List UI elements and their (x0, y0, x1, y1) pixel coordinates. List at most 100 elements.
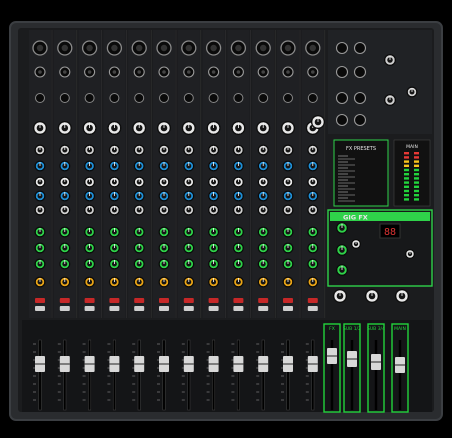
gain-knob (206, 121, 221, 135)
fx-level-knob (133, 242, 145, 254)
bus-label: SUB 1/2 (343, 326, 361, 332)
bus-fader-slot (350, 340, 354, 410)
main-meter-label: MAIN (406, 144, 418, 150)
mute-button (258, 298, 269, 303)
insert-jack (258, 93, 269, 103)
bus-label: MAIN (394, 326, 406, 332)
solo-button (258, 306, 269, 311)
low-eq-knob (158, 204, 170, 216)
fader-cap (183, 356, 194, 372)
mute-button (59, 298, 70, 303)
aux2-knob (282, 190, 294, 202)
meter-led (404, 160, 409, 163)
fx-send-knob (158, 226, 170, 238)
meter-led (404, 152, 409, 155)
fx-send-knob (108, 226, 120, 238)
aux2-knob (59, 190, 71, 202)
aux2-knob (84, 190, 96, 202)
fader-cap (283, 356, 293, 372)
aux1-knob (183, 160, 195, 172)
aux1-knob (208, 160, 220, 172)
aux1-knob (133, 160, 145, 172)
pan-knob (257, 276, 269, 288)
meter-led (404, 168, 409, 172)
channel-strip-6: 6 (153, 30, 177, 334)
output-jack (335, 41, 349, 55)
fx-level-knob (282, 242, 294, 254)
pan-knob (108, 276, 120, 288)
output-jack (335, 91, 349, 105)
solo-button (183, 306, 194, 311)
mute-button (283, 298, 293, 303)
mon-knob (282, 258, 294, 270)
hi-eq-knob (34, 144, 46, 156)
channel-strip-1: 1 (29, 30, 53, 334)
mixer-photo: 123456789/1011/1213/1415/16 FX PRESETS M… (9, 21, 443, 421)
meter-led (414, 173, 419, 176)
pan-knob (282, 276, 294, 288)
meter-led (404, 164, 409, 167)
fx-level-knob (183, 242, 195, 254)
aux2-knob (208, 190, 220, 202)
mid-eq-knob (158, 176, 170, 188)
solo-button (59, 306, 70, 311)
solo-button (109, 306, 120, 311)
fx-presets-title: FX PRESETS (346, 146, 376, 152)
channel-strip-3: 3 (78, 30, 102, 334)
fader-cap (84, 356, 95, 372)
meter-led (414, 177, 419, 180)
solo-button (233, 306, 244, 311)
channel-strip-11: 13/14 (277, 30, 301, 334)
fader-cap (59, 356, 70, 372)
mon-knob (183, 258, 195, 270)
bus-fader-slot (398, 340, 402, 410)
meter-led (414, 189, 419, 193)
hi-eq-knob (108, 144, 120, 156)
bus-fader-slot (374, 340, 378, 410)
bus-fader-cap (371, 354, 381, 370)
aux2-knob (133, 190, 145, 202)
aux1-knob (59, 160, 71, 172)
mid-eq-knob (59, 176, 71, 188)
mon-knob (34, 258, 46, 270)
low-eq-knob (232, 204, 244, 216)
gain-knob (181, 121, 196, 135)
mid-eq-knob (282, 176, 294, 188)
mid-eq-knob (108, 176, 120, 188)
fx-master-knob (395, 289, 409, 303)
hi-eq-knob (59, 144, 71, 156)
aux1-master-knob (333, 289, 347, 303)
gain-knob (256, 121, 271, 135)
channel-strip-4: 4 (103, 30, 127, 334)
meter-led (404, 173, 409, 176)
fx-level-knob (108, 242, 120, 254)
pan-knob (59, 276, 71, 288)
meter-led (414, 185, 419, 188)
hi-eq-knob (158, 144, 170, 156)
fx-time-knob (336, 264, 348, 276)
meter-led (414, 160, 419, 163)
insert-jack (35, 93, 45, 103)
mute-button (307, 298, 318, 303)
fx-level-knob (307, 242, 319, 254)
fx-level-knob (257, 242, 269, 254)
mon-knob (108, 258, 120, 270)
solo-button (307, 306, 318, 311)
fader-slot (212, 339, 216, 411)
aux1-knob (158, 160, 170, 172)
aux2-knob (183, 190, 195, 202)
mute-button (159, 298, 169, 303)
gain-knob (82, 121, 97, 135)
fx-send-knob (232, 226, 244, 238)
insert-jack (109, 93, 120, 103)
output-jack (353, 65, 367, 79)
fader-slot (88, 339, 92, 411)
master-knob (384, 54, 396, 66)
fader-cap (233, 356, 244, 372)
meter-led (404, 181, 409, 184)
insert-jack (159, 93, 169, 103)
fx-output-knob (405, 249, 415, 259)
fader-cap (134, 356, 145, 372)
mute-button (183, 298, 194, 303)
solo-button (159, 306, 169, 311)
